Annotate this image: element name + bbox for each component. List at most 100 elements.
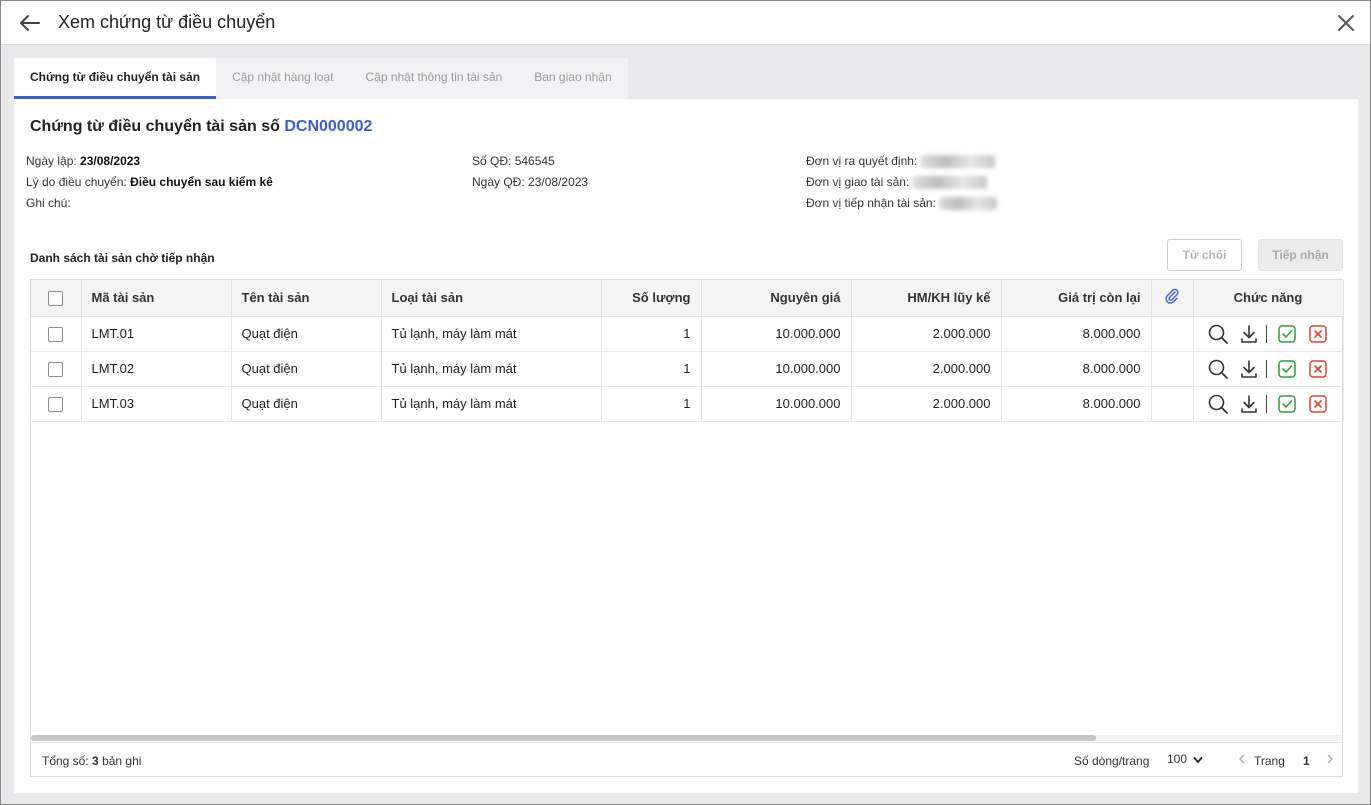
- tab-cap-nhat-thong-tin[interactable]: Cập nhật thông tin tài sản: [349, 58, 518, 99]
- cell-actions: [1193, 386, 1344, 422]
- cell-gia-tri: 8.000.000: [1001, 351, 1152, 387]
- info-column-right: Đơn vị ra quyết định: Đơn vị giao tài sả…: [806, 151, 998, 214]
- cell-ten: Quạt điện: [231, 386, 382, 422]
- header-chuc-nang: Chức năng: [1193, 280, 1344, 317]
- header-so-luong: Số lượng: [601, 280, 702, 317]
- approve-check-icon: [1278, 359, 1297, 378]
- table-row: LMT.02 Quạt điện Tủ lạnh, máy làm mát 1 …: [31, 351, 1344, 387]
- list-title: Danh sách tài sản chờ tiếp nhận: [30, 251, 215, 265]
- table-row: LMT.03 Quạt điện Tủ lạnh, máy làm mát 1 …: [31, 386, 1344, 422]
- reject-row-button[interactable]: [1303, 392, 1333, 416]
- cell-ten: Quạt điện: [231, 316, 382, 352]
- action-separator: [1265, 394, 1267, 413]
- header-ma: Mã tài sản: [81, 280, 232, 317]
- main-content: Chứng từ điều chuyển tài sản số DCN00000…: [14, 99, 1358, 793]
- reject-row-button[interactable]: [1303, 322, 1333, 346]
- row-checkbox[interactable]: [48, 326, 64, 342]
- prev-page-button[interactable]: [1237, 752, 1247, 769]
- header-ten: Tên tài sản: [231, 280, 382, 317]
- cell-ma: LMT.03: [81, 386, 232, 422]
- page-title: Xem chứng từ điều chuyển: [58, 12, 276, 32]
- header-gia-tri: Giá trị còn lại: [1001, 280, 1152, 317]
- cell-hm: 2.000.000: [851, 386, 1002, 422]
- header-nguyen-gia: Nguyên giá: [701, 280, 852, 317]
- chevron-down-icon: [1193, 756, 1203, 764]
- scrollbar-thumb[interactable]: [31, 735, 1096, 741]
- tab-bar: Chứng từ điều chuyển tài sản Cập nhật hà…: [14, 58, 628, 99]
- download-button[interactable]: [1234, 392, 1264, 416]
- don-vi-giao-label: Đơn vị giao tài sản:: [806, 175, 910, 189]
- reject-row-button[interactable]: [1303, 357, 1333, 381]
- rows-per-page-select[interactable]: 100: [1167, 752, 1211, 770]
- row-select-cell: [31, 351, 82, 387]
- cell-gia-tri: 8.000.000: [1001, 316, 1152, 352]
- cell-ma: LMT.01: [81, 316, 232, 352]
- view-button[interactable]: [1203, 357, 1233, 381]
- dialog-window: Xem chứng từ điều chuyển Chứng từ điều c…: [0, 0, 1371, 805]
- don-vi-giao-row: Đơn vị giao tài sản:: [806, 172, 997, 193]
- approve-check-icon: [1278, 394, 1297, 413]
- approve-button[interactable]: [1272, 392, 1302, 416]
- cell-so-luong: 1: [601, 351, 702, 387]
- cell-nguyen-gia: 10.000.000: [701, 351, 852, 387]
- header-hm: HM/KH lũy kế: [851, 280, 1002, 317]
- search-icon: [1209, 324, 1229, 344]
- current-page: 1: [1303, 754, 1310, 768]
- ngay-lap-row: Ngày lập: 23/08/2023: [26, 151, 273, 172]
- select-all-checkbox[interactable]: [48, 290, 64, 306]
- approve-button[interactable]: [1272, 322, 1302, 346]
- cell-loai: Tủ lạnh, máy làm mát: [381, 351, 602, 387]
- cell-loai: Tủ lạnh, máy làm mát: [381, 316, 602, 352]
- row-checkbox[interactable]: [48, 396, 64, 412]
- cell-attachment: [1151, 386, 1194, 422]
- download-icon: [1240, 359, 1257, 378]
- reject-x-icon: [1308, 324, 1327, 343]
- download-button[interactable]: [1234, 357, 1264, 381]
- back-button[interactable]: [15, 11, 45, 35]
- ngay-lap-value: 23/08/2023: [80, 154, 141, 168]
- ly-do-row: Lý do điều chuyển: Điều chuyển sau kiểm …: [26, 172, 273, 193]
- cell-nguyen-gia: 10.000.000: [701, 386, 852, 422]
- asset-table: Mã tài sản Tên tài sản Loại tài sản Số l…: [31, 280, 1344, 422]
- horizontal-scrollbar[interactable]: [31, 735, 1342, 741]
- cell-ma: LMT.02: [81, 351, 232, 387]
- close-button[interactable]: [1334, 11, 1358, 35]
- accept-button[interactable]: Tiếp nhận: [1258, 239, 1343, 271]
- cell-gia-tri: 8.000.000: [1001, 386, 1152, 422]
- row-actions: [1204, 392, 1333, 416]
- action-separator: [1265, 359, 1267, 378]
- ly-do-value: Điều chuyển sau kiểm kê: [130, 175, 273, 189]
- search-icon: [1209, 394, 1229, 414]
- paperclip-icon: [1165, 288, 1179, 304]
- redacted-value: [912, 176, 987, 190]
- tab-cap-nhat-hang-loat[interactable]: Cập nhật hàng loạt: [216, 58, 349, 99]
- reject-button[interactable]: Từ chối: [1167, 239, 1242, 271]
- total-suffix: bản ghi: [102, 754, 142, 768]
- ngay-lap-label: Ngày lập:: [26, 154, 77, 168]
- page-label: Trang: [1254, 754, 1285, 768]
- document-code: DCN000002: [284, 118, 373, 135]
- row-checkbox[interactable]: [48, 361, 64, 377]
- header-select-all: [31, 280, 82, 317]
- view-button[interactable]: [1203, 392, 1233, 416]
- table-row: LMT.01 Quạt điện Tủ lạnh, máy làm mát 1 …: [31, 316, 1344, 352]
- chevron-left-icon: [1239, 754, 1245, 764]
- ngay-qd-row: Ngày QĐ: 23/08/2023: [472, 172, 588, 193]
- don-vi-ra-qd-label: Đơn vị ra quyết định:: [806, 154, 918, 168]
- document-title-prefix: Chứng từ điều chuyển tài sản số: [30, 118, 280, 135]
- approve-check-icon: [1278, 324, 1297, 343]
- next-page-button[interactable]: [1325, 752, 1335, 769]
- view-button[interactable]: [1203, 322, 1233, 346]
- cell-ten: Quạt điện: [231, 351, 382, 387]
- download-button[interactable]: [1234, 322, 1264, 346]
- approve-button[interactable]: [1272, 357, 1302, 381]
- tab-ban-giao-nhan[interactable]: Ban giao nhận: [518, 58, 627, 99]
- cell-actions: [1193, 316, 1344, 352]
- title-bar: Xem chứng từ điều chuyển: [1, 1, 1370, 45]
- action-separator: [1265, 324, 1267, 343]
- tab-chung-tu[interactable]: Chứng từ điều chuyển tài sản: [14, 58, 217, 99]
- row-select-cell: [31, 316, 82, 352]
- reject-x-icon: [1308, 359, 1327, 378]
- ngay-qd-label: Ngày QĐ:: [472, 175, 525, 189]
- cell-actions: [1193, 351, 1344, 387]
